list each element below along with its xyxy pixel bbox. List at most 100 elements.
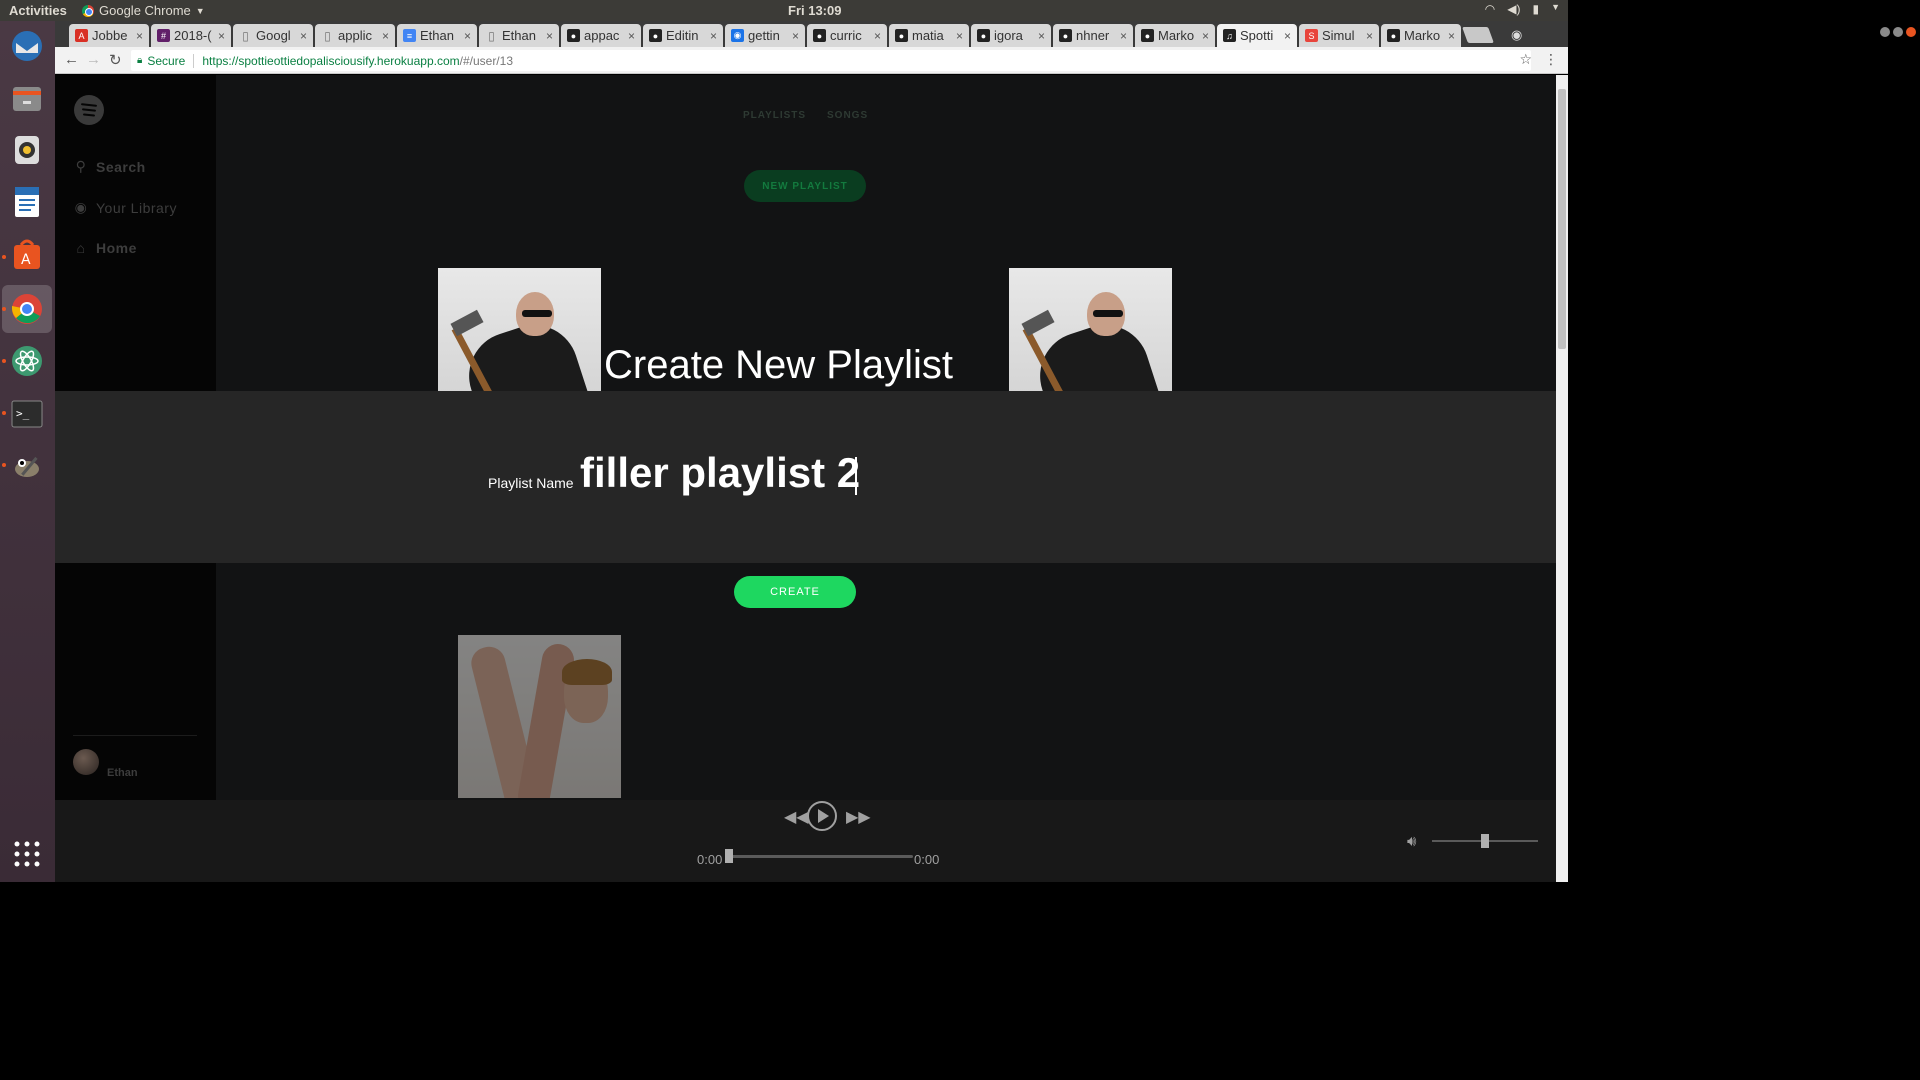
url-origin: https://spottieottiedopalisciousify.hero… xyxy=(202,53,460,68)
close-tab-icon[interactable]: × xyxy=(1366,29,1373,43)
browser-tab[interactable]: ● Marko × xyxy=(1135,24,1215,47)
browser-tab[interactable]: ≡ Ethan × xyxy=(397,24,477,47)
terminal-icon[interactable]: >_ xyxy=(8,395,46,433)
system-menu-arrow-icon[interactable]: ▼ xyxy=(1551,2,1560,16)
maximize-icon[interactable] xyxy=(1893,27,1903,37)
browser-tab[interactable]: ● matia × xyxy=(889,24,969,47)
close-tab-icon[interactable]: × xyxy=(628,29,635,43)
browser-tab[interactable]: A Jobbe × xyxy=(69,24,149,47)
browser-tab[interactable]: ◉ gettin × xyxy=(725,24,805,47)
atom-icon[interactable] xyxy=(8,342,46,380)
sidebar-item-search[interactable]: ⚲ Search xyxy=(74,158,146,175)
profile-icon[interactable]: ◉ xyxy=(1511,27,1522,43)
tab-title: nhner xyxy=(1076,28,1110,43)
browser-tab[interactable]: ● nhner × xyxy=(1053,24,1133,47)
reload-icon[interactable]: ↻ xyxy=(109,51,122,69)
tab-title: Marko xyxy=(1404,28,1441,43)
address-bar[interactable]: 🔒︎ Secure https://spottieottiedopaliscio… xyxy=(131,50,1531,71)
chrome-launcher-icon[interactable] xyxy=(2,285,52,333)
tab-title: Ethan xyxy=(502,28,536,43)
secure-indicator[interactable]: 🔒︎ Secure xyxy=(137,54,185,68)
github-icon: ● xyxy=(1387,29,1400,42)
clock[interactable]: Fri 13:09 xyxy=(788,3,841,18)
svg-text:>_: >_ xyxy=(16,407,30,420)
close-tab-icon[interactable]: × xyxy=(1202,29,1209,43)
minimize-icon[interactable] xyxy=(1880,27,1890,37)
volume-handle[interactable] xyxy=(1481,834,1489,848)
tab-title: applic xyxy=(338,28,372,43)
wifi-icon[interactable]: ◠ xyxy=(1485,2,1495,16)
progress-handle[interactable] xyxy=(725,849,733,863)
secure-label: Secure xyxy=(147,53,186,68)
running-indicator xyxy=(2,359,6,363)
progress-bar[interactable] xyxy=(729,855,913,858)
close-tab-icon[interactable]: × xyxy=(792,29,799,43)
next-track-icon[interactable]: ▶▶ xyxy=(846,807,871,827)
browser-tab[interactable]: ▯ Ethan × xyxy=(479,24,559,47)
thunderbird-icon[interactable] xyxy=(8,27,46,65)
battery-icon[interactable]: ▮ xyxy=(1532,2,1539,16)
tab-songs[interactable]: SONGS xyxy=(827,110,868,121)
close-tab-icon[interactable]: × xyxy=(464,29,471,43)
close-tab-icon[interactable]: × xyxy=(1448,29,1455,43)
browser-tab[interactable]: ● igora × xyxy=(971,24,1051,47)
browser-tab[interactable]: #2018-(× xyxy=(151,24,231,47)
window-close-icon[interactable] xyxy=(1906,27,1916,37)
system-tray[interactable]: ◠ ◀) ▮ ▼ xyxy=(1485,2,1560,16)
browser-tab[interactable]: ● Marko × xyxy=(1381,24,1461,47)
close-tab-icon[interactable]: × xyxy=(874,29,881,43)
activities-button[interactable]: Activities xyxy=(9,3,67,18)
close-tab-icon[interactable]: × xyxy=(1038,29,1045,43)
previous-track-icon[interactable]: ◀◀ xyxy=(784,807,809,827)
playlist-name-input[interactable] xyxy=(580,445,960,501)
close-tab-icon[interactable]: × xyxy=(382,29,389,43)
forward-arrow-icon[interactable]: → xyxy=(86,51,101,68)
browser-tab[interactable]: ● curric × xyxy=(807,24,887,47)
back-arrow-icon[interactable]: ← xyxy=(64,51,79,68)
avatar xyxy=(73,749,99,775)
close-tab-icon[interactable]: × xyxy=(300,29,307,43)
close-tab-icon[interactable]: × xyxy=(956,29,963,43)
user-profile[interactable]: Ethan xyxy=(73,745,138,779)
play-button[interactable] xyxy=(806,800,838,837)
close-tab-icon[interactable]: × xyxy=(1120,29,1127,43)
close-tab-icon[interactable]: × xyxy=(710,29,717,43)
chrome-menu-icon[interactable]: ⋮ xyxy=(1544,51,1558,68)
close-tab-icon[interactable]: × xyxy=(546,29,553,43)
close-tab-icon[interactable]: × xyxy=(1284,29,1291,43)
page-scrollbar[interactable] xyxy=(1556,75,1568,882)
bookmark-star-icon[interactable]: ☆ xyxy=(1519,51,1532,68)
rhythmbox-icon[interactable] xyxy=(8,131,46,169)
create-button[interactable]: CREATE xyxy=(734,576,856,608)
app-menu[interactable]: Google Chrome ▼ xyxy=(82,3,205,18)
browser-tab[interactable]: ● Editin × xyxy=(643,24,723,47)
spotify-logo-icon[interactable] xyxy=(74,95,104,125)
tab-title: curric xyxy=(830,28,862,43)
browser-tab[interactable]: ● appac × xyxy=(561,24,641,47)
browser-tab[interactable]: S Simul × xyxy=(1299,24,1379,47)
close-tab-icon[interactable]: × xyxy=(218,29,225,43)
libreoffice-writer-icon[interactable] xyxy=(8,183,46,221)
show-applications-icon[interactable] xyxy=(8,835,46,873)
volume-icon[interactable]: ◀) xyxy=(1507,2,1520,16)
scrollbar-thumb[interactable] xyxy=(1558,89,1566,349)
tab-playlists[interactable]: PLAYLISTS xyxy=(743,110,806,121)
gimp-icon[interactable] xyxy=(8,447,46,485)
close-tab-icon[interactable]: × xyxy=(136,29,143,43)
browser-tab[interactable]: ▯ applic × xyxy=(315,24,395,47)
sidebar-item-home[interactable]: ⌂ Home xyxy=(74,240,137,256)
volume-speaker-icon[interactable]: 🔊︎ xyxy=(1407,833,1416,850)
new-playlist-button[interactable]: NEW PLAYLIST xyxy=(744,170,866,202)
sidebar-item-your-library[interactable]: ◉ Your Library xyxy=(74,199,177,216)
playlist-cover[interactable] xyxy=(458,635,621,798)
browser-tab[interactable]: ▯ Googl × xyxy=(233,24,313,47)
software-center-icon[interactable]: A xyxy=(8,235,46,273)
browser-tab[interactable]: ♫ Spotti × xyxy=(1217,24,1297,47)
chrome-icon xyxy=(82,4,94,17)
tab-title: Simul xyxy=(1322,28,1355,43)
files-icon[interactable] xyxy=(8,79,46,117)
new-tab-button[interactable] xyxy=(1462,27,1494,43)
library-icon: ◉ xyxy=(74,199,88,215)
tab-title: igora xyxy=(994,28,1023,43)
tab-title: matia xyxy=(912,28,944,43)
